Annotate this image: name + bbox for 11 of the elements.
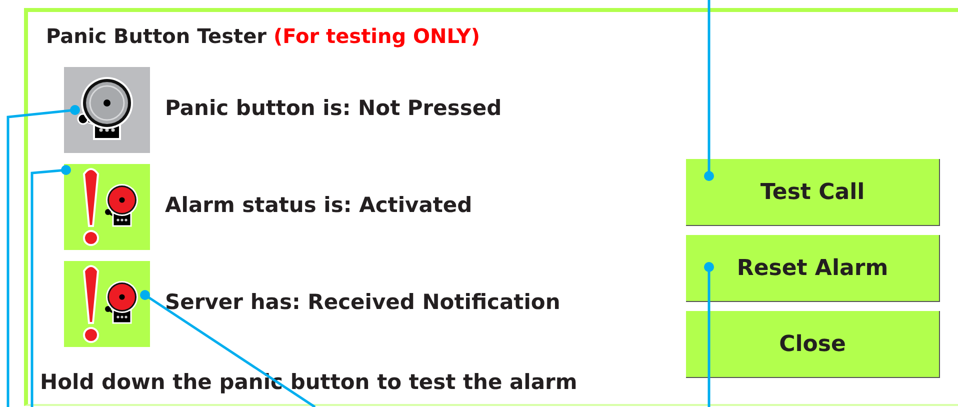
action-button[interactable]: Close (686, 311, 940, 378)
action-button[interactable]: Test Call (686, 159, 940, 226)
status-text: Alarm status is: Activated (165, 192, 472, 220)
panel-title: Panic Button Tester (For testing ONLY) (45, 23, 482, 50)
status-text: Panic button is: Not Pressed (165, 95, 502, 122)
action-button[interactable]: Reset Alarm (686, 235, 940, 302)
instruction-text: Hold down the panic button to test the alarm (40, 369, 578, 396)
warning-bell-icon (64, 164, 150, 250)
warning-bell-icon (64, 261, 150, 347)
bell-icon (64, 67, 150, 153)
status-text: Server has: Received Notification (165, 289, 560, 316)
